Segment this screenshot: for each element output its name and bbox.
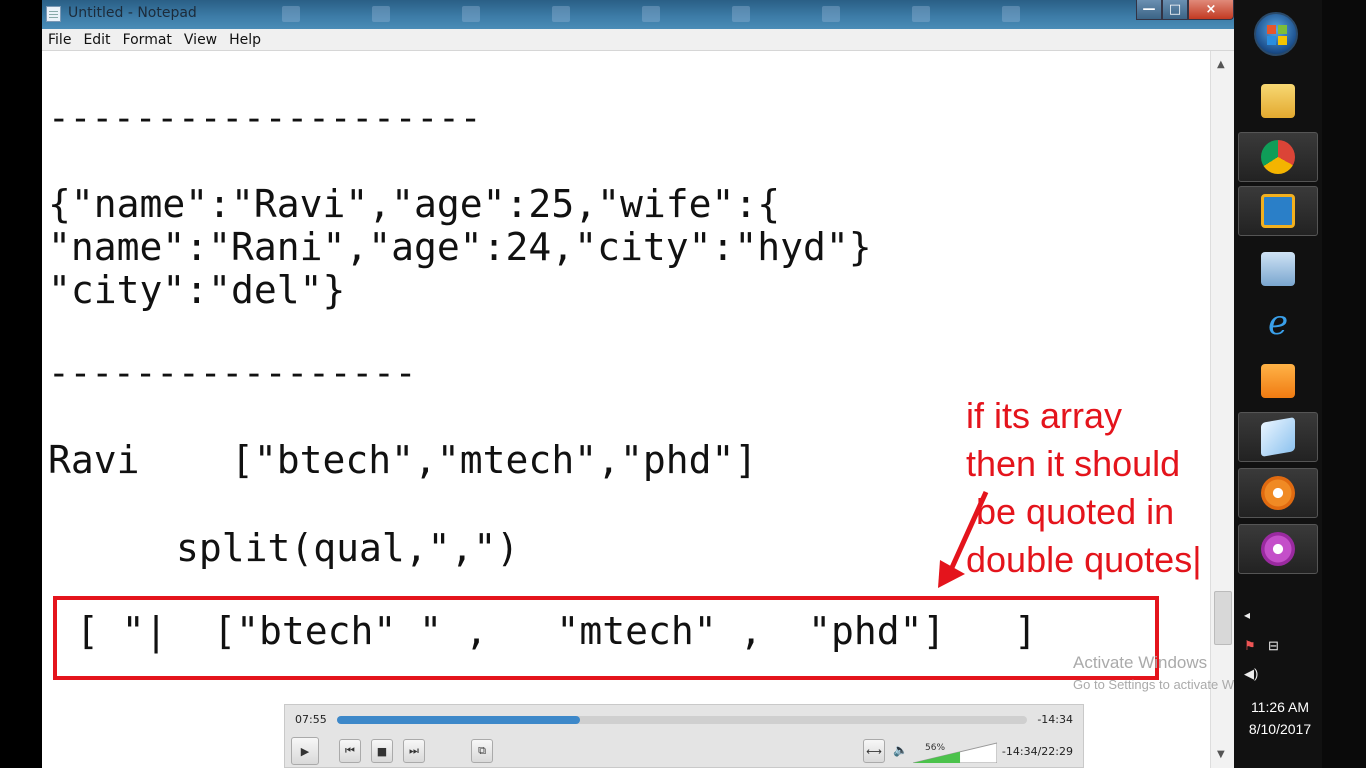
menu-view[interactable]: View <box>178 32 223 48</box>
vertical-scrollbar[interactable]: ▲ ▼ <box>1210 51 1234 768</box>
action-center-flag-icon[interactable]: ⚑ <box>1244 638 1256 654</box>
scroll-up-icon[interactable]: ▲ <box>1217 59 1225 70</box>
minimize-button[interactable]: — <box>1136 0 1162 20</box>
windows-taskbar: e ◂ ⚑ ⊟ ◀) 11:26 AM 8/10/2017 <box>1234 0 1366 768</box>
split-line: split(qual,",") <box>176 526 520 570</box>
clock-date: 8/10/2017 <box>1248 721 1312 737</box>
left-margin <box>0 0 42 768</box>
windows-start-icon[interactable] <box>1254 12 1298 56</box>
dashes-line-1: -------------------- <box>48 98 482 139</box>
play-button[interactable]: ▶ <box>291 737 319 765</box>
ghost-icon <box>822 6 840 22</box>
annotation-line-4: double quotes| <box>966 539 1202 580</box>
scroll-down-icon[interactable]: ▼ <box>1217 749 1225 760</box>
ravi-array-line: Ravi ["btech","mtech","phd"] <box>48 438 758 482</box>
chrome-icon[interactable] <box>1238 132 1318 182</box>
flower-icon-2-glyph <box>1261 532 1295 566</box>
scroll-thumb[interactable] <box>1214 591 1232 645</box>
json-line-2: "name":"Rani","age":24,"city":"hyd"} <box>48 225 872 269</box>
media-player-icon[interactable] <box>1238 356 1318 406</box>
volume-percent: 56% <box>925 743 946 753</box>
maximize-button[interactable]: □ <box>1162 0 1188 20</box>
ghost-icon <box>372 6 390 22</box>
image-viewer-icon-glyph <box>1261 252 1295 286</box>
menu-format[interactable]: Format <box>117 32 178 48</box>
notepad-app-icon <box>46 6 61 22</box>
ghost-icon <box>732 6 750 22</box>
media-player-controls: 07:55 -14:34 ▶ ⏮ ■ ⏭ ⧉ ⟷ 🔈 56% -14:34/22… <box>284 704 1084 768</box>
fullscreen-button[interactable]: ⧉ <box>471 739 493 763</box>
folder-icon-glyph <box>1261 84 1295 118</box>
stop-button[interactable]: ■ <box>371 739 393 763</box>
elapsed-time: 07:55 <box>295 713 327 726</box>
menu-edit[interactable]: Edit <box>77 32 116 48</box>
internet-explorer-icon[interactable]: e <box>1238 298 1318 348</box>
remaining-time: -14:34 <box>1037 713 1073 726</box>
red-annotation-text: if its array then it should be quoted in… <box>966 392 1202 584</box>
notepad-titlebar[interactable]: Untitled - Notepad — □ × <box>42 0 1234 29</box>
ghost-icon <box>282 6 300 22</box>
virtualbox-icon-glyph <box>1261 194 1295 228</box>
loop-button[interactable]: ⟷ <box>863 739 885 763</box>
tray-chevron-icon[interactable]: ◂ <box>1244 608 1250 622</box>
next-button[interactable]: ⏭ <box>403 739 425 763</box>
window-title: Untitled - Notepad <box>68 5 197 21</box>
menu-help[interactable]: Help <box>223 32 267 48</box>
time-display: -14:34/22:29 <box>1001 745 1073 758</box>
boxed-code-line: [ "| ["btech" " , "mtech" , "phd"] ] <box>76 609 1037 653</box>
menu-bar: File Edit Format View Help <box>42 29 1234 51</box>
window-controls: — □ × <box>1136 0 1234 20</box>
seek-bar-progress <box>337 716 580 724</box>
previous-button[interactable]: ⏮ <box>339 739 361 763</box>
flower-app-icon-2[interactable] <box>1238 524 1318 574</box>
flower-app-icon[interactable] <box>1238 468 1318 518</box>
json-line-1: {"name":"Ravi","age":25,"wife":{ <box>48 182 781 226</box>
annotation-line-1: if its array <box>966 395 1123 436</box>
notepad-icon-glyph <box>1261 417 1295 457</box>
image-viewer-icon[interactable] <box>1238 244 1318 294</box>
close-button[interactable]: × <box>1188 0 1234 20</box>
volume-tray-icon[interactable]: ◀) <box>1244 666 1258 682</box>
ghost-icon <box>1002 6 1020 22</box>
dashes-line-2: ----------------- <box>48 353 417 394</box>
clock-time: 11:26 AM <box>1250 699 1310 715</box>
json-line-3: "city":"del"} <box>48 268 346 312</box>
flower-icon-glyph <box>1261 476 1295 510</box>
seek-bar[interactable] <box>337 716 1027 724</box>
ie-icon-glyph: e <box>1267 303 1289 343</box>
annotation-line-2: then it should <box>966 443 1181 484</box>
notepad-icon[interactable] <box>1238 412 1318 462</box>
annotation-line-3: be quoted in <box>966 491 1175 532</box>
folder-icon[interactable] <box>1238 76 1318 126</box>
speaker-icon[interactable]: 🔈 <box>893 743 908 757</box>
activate-windows-title: Activate Windows <box>1073 653 1208 672</box>
menu-file[interactable]: File <box>42 32 77 48</box>
network-icon[interactable]: ⊟ <box>1268 638 1279 654</box>
chrome-icon-glyph <box>1261 140 1295 174</box>
ghost-icon <box>912 6 930 22</box>
ghost-icon <box>642 6 660 22</box>
taskbar-clock[interactable]: 11:26 AM 8/10/2017 <box>1240 696 1320 740</box>
ghost-icon <box>552 6 570 22</box>
ghost-icon <box>462 6 480 22</box>
media-player-icon-glyph <box>1261 364 1295 398</box>
virtualbox-icon[interactable] <box>1238 186 1318 236</box>
